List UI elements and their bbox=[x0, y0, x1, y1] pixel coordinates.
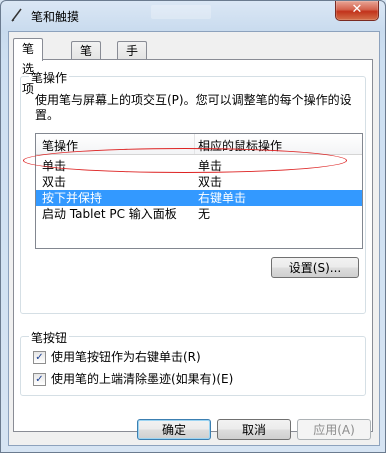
list-item-action: 按下并保持 bbox=[42, 191, 103, 205]
tab-flicks[interactable]: 笔势 bbox=[71, 41, 102, 76]
eraser-checkbox[interactable]: ✓ bbox=[33, 373, 46, 386]
pen-actions-group: 笔操作 使用笔与屏幕上的项交互(P)。您可以调整笔的每个操作的设置。 笔操作 相… bbox=[20, 69, 366, 314]
list-item-action: 启动 Tablet PC 输入面板 bbox=[42, 207, 177, 221]
pen-actions-description: 使用笔与屏幕上的项交互(P)。您可以调整笔的每个操作的设置。 bbox=[35, 93, 352, 122]
ok-button[interactable]: 确定 bbox=[137, 419, 211, 440]
list-item-mouse: 右键单击 bbox=[198, 191, 247, 205]
dialog-client: 笔选项 笔势 手写 笔操作 使用笔与屏幕上的项交互(P)。您可以调整笔的每个操作… bbox=[8, 31, 380, 446]
pen-actions-list[interactable]: 笔操作 相应的鼠标操作 单击 单击 双击 双击 按下并保持 右键单击 启动 Ta… bbox=[35, 133, 363, 249]
column-header-mouse-action[interactable]: 相应的鼠标操作 bbox=[198, 137, 282, 154]
list-item-mouse: 单击 bbox=[198, 159, 223, 173]
pen-icon bbox=[11, 8, 22, 22]
pen-actions-group-title: 笔操作 bbox=[29, 69, 70, 86]
column-divider[interactable] bbox=[194, 134, 195, 154]
window-title: 笔和触摸 bbox=[31, 10, 80, 24]
list-item-action: 单击 bbox=[42, 159, 67, 173]
list-item[interactable]: 双击 双击 bbox=[36, 174, 362, 190]
list-item[interactable]: 启动 Tablet PC 输入面板 无 bbox=[36, 206, 362, 222]
list-item-selected[interactable]: 按下并保持 右键单击 bbox=[36, 190, 362, 206]
right-click-label: 使用笔按钮作为右键单击(R) bbox=[51, 350, 201, 364]
list-item[interactable]: 单击 单击 bbox=[36, 158, 362, 174]
title-bar[interactable]: 笔和触摸 ✕ bbox=[1, 1, 385, 29]
pen-touch-window: 笔和触摸 ✕ 笔选项 笔势 手写 笔操作 使用笔与屏幕上的项交互(P)。您可以调… bbox=[0, 0, 386, 453]
tab-handwriting[interactable]: 手写 bbox=[117, 41, 148, 76]
apply-button[interactable]: 应用(A) bbox=[297, 419, 371, 440]
list-item-mouse: 双击 bbox=[198, 175, 223, 189]
background-blur bbox=[151, 5, 211, 19]
cancel-button[interactable]: 取消 bbox=[217, 419, 291, 440]
tab-panel-pen-options: 笔操作 使用笔与屏幕上的项交互(P)。您可以调整笔的每个操作的设置。 笔操作 相… bbox=[13, 59, 373, 432]
list-item-mouse: 无 bbox=[198, 207, 211, 221]
right-click-checkbox[interactable]: ✓ bbox=[33, 351, 46, 364]
settings-button[interactable]: 设置(S)... bbox=[271, 257, 359, 278]
pen-buttons-group: 笔按钮 ✓ 使用笔按钮作为右键单击(R) ✓ 使用笔的上端清除墨迹(如果有)(E… bbox=[20, 329, 366, 396]
list-item-action: 双击 bbox=[42, 175, 67, 189]
close-button[interactable]: ✕ bbox=[335, 1, 379, 21]
column-header-pen-action[interactable]: 笔操作 bbox=[42, 137, 78, 154]
eraser-label: 使用笔的上端清除墨迹(如果有)(E) bbox=[51, 372, 234, 386]
tab-pen-options[interactable]: 笔选项 bbox=[13, 38, 44, 96]
list-header: 笔操作 相应的鼠标操作 bbox=[36, 134, 362, 155]
pen-buttons-group-title: 笔按钮 bbox=[29, 329, 70, 346]
